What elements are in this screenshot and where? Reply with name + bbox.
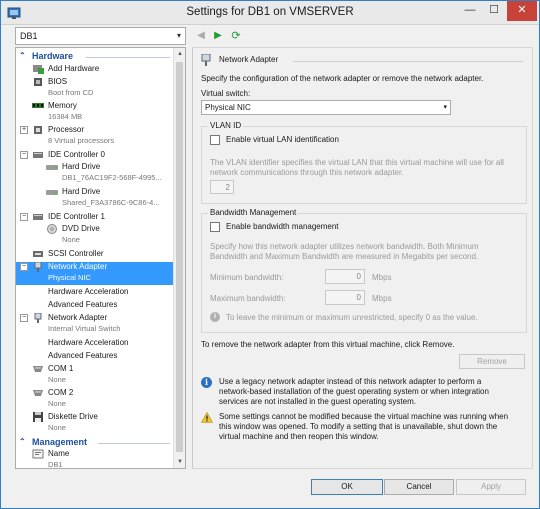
tree-item-ide-controller-1[interactable]: − IDE Controller 1 — [16, 212, 174, 224]
ide-controller-icon — [33, 152, 43, 158]
tree-item-memory[interactable]: Memory 16384 MB — [16, 101, 174, 123]
cancel-button[interactable]: Cancel — [384, 479, 454, 495]
virtual-switch-label: Virtual switch: — [201, 89, 251, 98]
serial-port-icon — [33, 390, 43, 396]
vlan-group: VLAN ID Enable virtual LAN identificatio… — [201, 121, 527, 204]
tree-item-dvd-drive[interactable]: DVD Drive None — [16, 224, 174, 247]
tree-item-network-adapter-2[interactable]: − Network Adapter Internal Virtual Switc… — [16, 313, 174, 336]
scroll-up-arrow-icon[interactable]: ▲ — [174, 48, 185, 60]
bandwidth-checkbox[interactable] — [210, 222, 220, 232]
vlan-id-input[interactable]: 2 — [210, 180, 234, 194]
virtual-switch-value: Physical NIC — [205, 103, 251, 112]
running-vm-warning: Some settings cannot be modified because… — [219, 412, 509, 441]
hard-drive-icon — [46, 165, 58, 170]
vlan-checkbox-label: Enable virtual LAN identification — [226, 135, 339, 144]
tree-item-advanced-features-1[interactable]: Advanced Features — [16, 300, 174, 312]
processor-icon — [34, 126, 42, 134]
scroll-down-arrow-icon[interactable]: ▼ — [174, 456, 185, 468]
collapse-arrow-icon: ⌃ — [19, 51, 26, 60]
tree-item-processor[interactable]: + Processor 8 Virtual processors — [16, 125, 174, 147]
collapse-icon[interactable]: − — [20, 263, 28, 271]
legacy-adapter-info: Use a legacy network adapter instead of … — [219, 377, 489, 406]
vm-selector[interactable]: DB1 ▾ — [15, 27, 186, 45]
floppy-disk-icon — [33, 412, 43, 422]
min-bandwidth-unit: Mbps — [372, 273, 392, 282]
dvd-drive-icon — [47, 224, 57, 234]
apply-button[interactable]: Apply — [456, 479, 526, 495]
title-bar: Settings for DB1 on VMSERVER — ☐ ✕ — [1, 1, 539, 25]
tree-item-diskette-drive[interactable]: Diskette Drive None — [16, 412, 174, 435]
refresh-icon[interactable]: ⟳ — [229, 29, 243, 43]
info-icon: i — [201, 377, 212, 388]
tree-item-com-1[interactable]: COM 1 None — [16, 364, 174, 387]
tree-item-hard-drive-1[interactable]: Hard Drive DB1_76AC19F2-568F-4995... — [16, 162, 174, 185]
chevron-down-icon: ▾ — [443, 104, 447, 111]
settings-panel: Network Adapter Specify the configuratio… — [192, 47, 533, 469]
name-tag-icon — [32, 449, 44, 459]
virtual-switch-select[interactable]: Physical NIC ▾ — [201, 100, 451, 115]
collapse-icon[interactable]: − — [20, 213, 28, 221]
max-bandwidth-unit: Mbps — [372, 294, 392, 303]
tree-item-hardware-acceleration-2[interactable]: Hardware Acceleration — [16, 338, 174, 350]
min-bandwidth-label: Minimum bandwidth: — [210, 273, 284, 282]
tree-item-com-2[interactable]: COM 2 None — [16, 388, 174, 411]
management-section-header[interactable]: ⌃ Management — [16, 437, 174, 449]
bandwidth-group: Bandwidth Management Enable bandwidth ma… — [201, 208, 527, 333]
tree-item-ide-controller-0[interactable]: − IDE Controller 0 — [16, 150, 174, 162]
close-button[interactable]: ✕ — [507, 1, 537, 21]
scroll-thumb[interactable] — [176, 62, 183, 452]
info-icon: i — [210, 312, 220, 322]
hard-drive-icon — [46, 190, 58, 195]
max-bandwidth-label: Maximum bandwidth: — [210, 294, 286, 303]
tree-item-hardware-acceleration-1[interactable]: Hardware Acceleration — [16, 287, 174, 299]
header-divider — [293, 61, 523, 62]
remove-instructions: To remove the network adapter from this … — [201, 340, 455, 349]
maximize-button[interactable]: ☐ — [483, 1, 505, 21]
network-adapter-icon — [201, 54, 211, 66]
collapse-icon[interactable]: − — [20, 314, 28, 322]
scsi-controller-icon — [33, 251, 43, 257]
tree-item-add-hardware[interactable]: Add Hardware — [16, 64, 174, 76]
tree-scrollbar[interactable]: ▲ ▼ — [173, 48, 185, 468]
vm-selector-value: DB1 — [20, 31, 38, 41]
remove-button[interactable]: Remove — [459, 354, 525, 369]
forward-arrow-icon[interactable]: ▶ — [211, 29, 225, 43]
ide-controller-icon — [33, 214, 43, 220]
settings-window: Settings for DB1 on VMSERVER — ☐ ✕ DB1 ▾… — [0, 0, 540, 509]
bandwidth-description: Specify how this network adapter utilize… — [210, 242, 479, 261]
max-bandwidth-input[interactable]: 0 — [325, 290, 365, 305]
back-arrow-icon[interactable]: ◀ — [194, 29, 208, 43]
bandwidth-hint: To leave the minimum or maximum unrestri… — [226, 313, 478, 322]
expand-icon[interactable]: + — [20, 126, 28, 134]
bandwidth-group-title: Bandwidth Management — [208, 208, 299, 217]
tree-item-bios[interactable]: BIOS Boot from CD — [16, 77, 174, 99]
panel-description: Specify the configuration of the network… — [201, 74, 484, 83]
memory-icon — [32, 103, 44, 108]
vlan-checkbox[interactable] — [210, 135, 220, 145]
settings-tree: ⌃ Hardware Add Hardware BIOS Boot from C… — [15, 47, 186, 469]
tree-item-name[interactable]: Name DB1 — [16, 449, 174, 468]
serial-port-icon — [33, 366, 43, 372]
warning-icon — [201, 412, 213, 423]
chevron-down-icon: ▾ — [176, 31, 181, 40]
bios-chip-icon — [34, 78, 42, 86]
min-bandwidth-input[interactable]: 0 — [325, 269, 365, 284]
hardware-section-header[interactable]: ⌃ Hardware — [16, 51, 174, 63]
minimize-button[interactable]: — — [459, 1, 481, 21]
toolbar: DB1 ▾ ◀ ▶ ⟳ — [1, 25, 539, 47]
vlan-description: The VLAN identifier specifies the virtua… — [210, 158, 504, 177]
collapse-arrow-icon: ⌃ — [19, 437, 26, 446]
tree-item-network-adapter-1[interactable]: − Network Adapter Physical NIC — [16, 262, 174, 285]
network-adapter-icon — [34, 262, 42, 272]
dialog-footer: OK Cancel Apply — [1, 473, 539, 509]
collapse-icon[interactable]: − — [20, 151, 28, 159]
network-adapter-icon — [34, 313, 42, 323]
ok-button[interactable]: OK — [311, 479, 383, 495]
add-hardware-icon — [33, 65, 44, 74]
tree-item-scsi-controller[interactable]: SCSI Controller — [16, 249, 174, 261]
tree-item-hard-drive-2[interactable]: Hard Drive Shared_F3A3786C-9C86-4... — [16, 187, 174, 210]
bandwidth-checkbox-label: Enable bandwidth management — [226, 222, 339, 231]
tree-item-advanced-features-2[interactable]: Advanced Features — [16, 351, 174, 363]
vlan-group-title: VLAN ID — [208, 121, 244, 130]
